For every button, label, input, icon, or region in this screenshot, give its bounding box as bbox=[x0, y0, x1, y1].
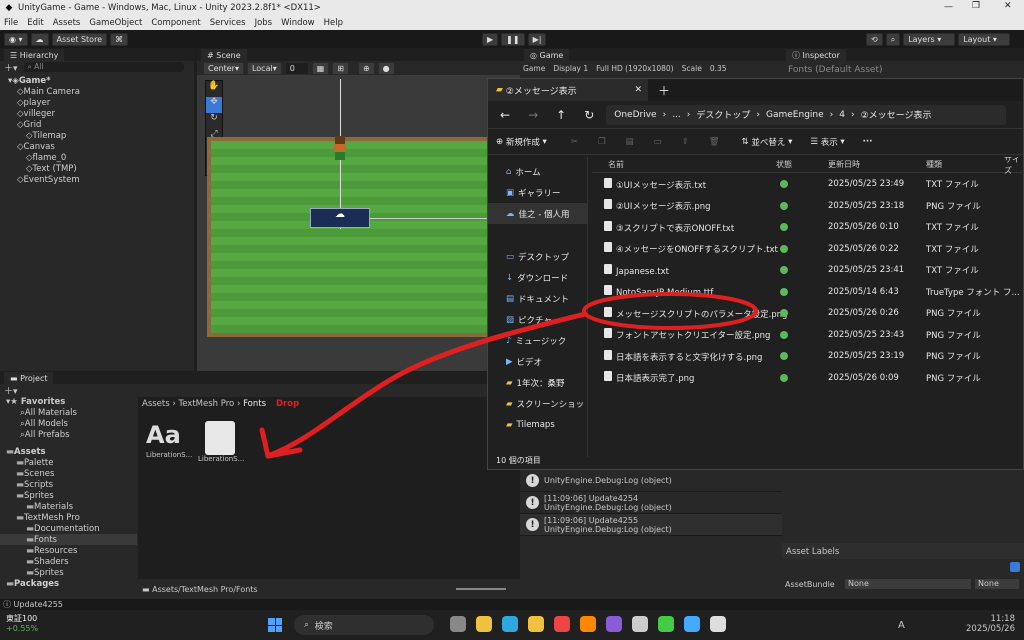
ime-indicator[interactable]: A bbox=[898, 620, 905, 631]
status-message: Update4255 bbox=[13, 600, 63, 609]
clock-date: 2025/05/26 bbox=[966, 624, 1015, 634]
firefox-icon[interactable] bbox=[580, 616, 596, 632]
unity-icon[interactable] bbox=[632, 616, 648, 632]
taskbar-search[interactable]: ⌕ 検索 bbox=[294, 615, 434, 635]
windows-taskbar: 東証100 +0.55% ⌕ 検索 A 11:18 2025/05/26 bbox=[0, 610, 1024, 640]
info-icon: ⓘ bbox=[3, 600, 14, 609]
clock[interactable]: 11:18 2025/05/26 bbox=[966, 614, 1015, 634]
chrome-icon[interactable] bbox=[554, 616, 570, 632]
taskbar-apps bbox=[450, 616, 726, 632]
clock-time: 11:18 bbox=[990, 614, 1016, 624]
stock-widget[interactable]: 東証100 +0.55% bbox=[6, 613, 38, 633]
explorer-app-icon[interactable] bbox=[476, 616, 492, 632]
stock-change: +0.55% bbox=[6, 624, 39, 633]
search-icon: ⌕ bbox=[304, 620, 315, 630]
status-bar: ⓘ Update4255 bbox=[0, 599, 1024, 610]
drag-annotation-arrow bbox=[259, 292, 758, 459]
app-icon[interactable] bbox=[710, 616, 726, 632]
files-icon[interactable] bbox=[528, 616, 544, 632]
start-icon[interactable] bbox=[268, 618, 282, 632]
stock-name: 東証100 bbox=[6, 614, 38, 623]
task-view-icon[interactable] bbox=[450, 616, 466, 632]
photos-icon[interactable] bbox=[684, 616, 700, 632]
vs-icon[interactable] bbox=[606, 616, 622, 632]
drag-path bbox=[265, 311, 588, 459]
file-highlight-circle bbox=[582, 292, 758, 330]
edge-icon[interactable] bbox=[502, 616, 518, 632]
taskbar-search-placeholder: 検索 bbox=[314, 621, 333, 632]
xbox-icon[interactable] bbox=[658, 616, 674, 632]
